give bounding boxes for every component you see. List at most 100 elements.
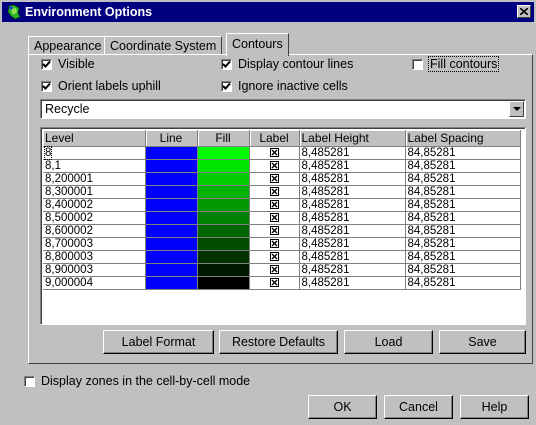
label-toggle-cell[interactable] — [249, 263, 300, 277]
column-header-line[interactable]: Line — [145, 130, 198, 147]
level-cell[interactable]: 8,800003 — [43, 250, 146, 264]
fill-contours-checkbox[interactable]: Fill contours — [412, 56, 500, 72]
label-spacing-cell[interactable]: 84,85281 — [405, 263, 521, 277]
close-button[interactable] — [517, 5, 531, 18]
fill-color-swatch[interactable] — [197, 263, 250, 277]
table-row[interactable]: 8,1 8,485281 84,85281 — [43, 159, 521, 173]
line-color-swatch[interactable] — [145, 263, 198, 277]
label-toggle-cell[interactable] — [249, 250, 300, 264]
table-row[interactable]: 8,700003 8,485281 84,85281 — [43, 237, 521, 251]
level-cell[interactable]: 8,300001 — [43, 185, 146, 199]
tab-appearance[interactable]: Appearance — [28, 36, 108, 55]
tab-coordinate-system[interactable]: Coordinate System — [104, 36, 223, 55]
table-row[interactable]: 8,200001 8,485281 84,85281 — [43, 172, 521, 186]
column-header-level[interactable]: Level — [43, 130, 146, 147]
visible-checkbox[interactable]: Visible — [41, 57, 95, 71]
orient-labels-uphill-checkbox[interactable]: Orient labels uphill — [41, 79, 161, 93]
cancel-button[interactable]: Cancel — [384, 395, 453, 419]
label-spacing-cell[interactable]: 84,85281 — [405, 237, 521, 251]
level-cell[interactable]: 9,000004 — [43, 276, 146, 290]
ignore-inactive-cells-checkbox[interactable]: Ignore inactive cells — [221, 79, 348, 93]
fill-color-swatch[interactable] — [197, 250, 250, 264]
fill-color-swatch[interactable] — [197, 276, 250, 290]
ok-button[interactable]: OK — [308, 395, 377, 419]
restore-defaults-button[interactable]: Restore Defaults — [219, 330, 338, 354]
fill-color-swatch[interactable] — [197, 146, 250, 160]
label-height-cell[interactable]: 8,485281 — [299, 211, 406, 225]
level-cell[interactable]: 8,500002 — [43, 211, 146, 225]
fill-color-swatch[interactable] — [197, 172, 250, 186]
label-spacing-cell[interactable]: 84,85281 — [405, 198, 521, 212]
help-button[interactable]: Help — [460, 395, 529, 419]
label-spacing-cell[interactable]: 84,85281 — [405, 146, 521, 160]
label-toggle-cell[interactable] — [249, 224, 300, 238]
label-format-button[interactable]: Label Format — [103, 330, 214, 354]
label-height-cell[interactable]: 8,485281 — [299, 276, 406, 290]
load-button[interactable]: Load — [344, 330, 433, 354]
label-spacing-cell[interactable]: 84,85281 — [405, 250, 521, 264]
line-color-swatch[interactable] — [145, 237, 198, 251]
tab-contours[interactable]: Contours — [226, 33, 289, 56]
label-height-cell[interactable]: 8,485281 — [299, 237, 406, 251]
label-spacing-cell[interactable]: 84,85281 — [405, 276, 521, 290]
table-row[interactable]: 8,600002 8,485281 84,85281 — [43, 224, 521, 238]
line-color-swatch[interactable] — [145, 276, 198, 290]
level-cell[interactable]: 8 — [43, 145, 146, 160]
line-color-swatch[interactable] — [145, 198, 198, 212]
label-height-cell[interactable]: 8,485281 — [299, 185, 406, 199]
level-cell[interactable]: 8,400002 — [43, 198, 146, 212]
level-cell[interactable]: 8,700003 — [43, 237, 146, 251]
label-toggle-cell[interactable] — [249, 237, 300, 251]
level-cell[interactable]: 8,1 — [43, 159, 146, 173]
fill-color-swatch[interactable] — [197, 224, 250, 238]
table-row[interactable]: 8,400002 8,485281 84,85281 — [43, 198, 521, 212]
label-toggle-cell[interactable] — [249, 211, 300, 225]
line-color-swatch[interactable] — [145, 172, 198, 186]
column-header-fill[interactable]: Fill — [197, 130, 250, 147]
label-spacing-cell[interactable]: 84,85281 — [405, 224, 521, 238]
label-height-cell[interactable]: 8,485281 — [299, 172, 406, 186]
fill-color-swatch[interactable] — [197, 185, 250, 199]
display-contour-lines-checkbox[interactable]: Display contour lines — [221, 57, 353, 71]
save-button[interactable]: Save — [439, 330, 526, 354]
label-toggle-cell[interactable] — [249, 146, 300, 160]
label-height-cell[interactable]: 8,485281 — [299, 159, 406, 173]
table-row[interactable]: 9,000004 8,485281 84,85281 — [43, 276, 521, 290]
label-height-cell[interactable]: 8,485281 — [299, 224, 406, 238]
label-spacing-cell[interactable]: 84,85281 — [405, 172, 521, 186]
display-zones-checkbox[interactable]: Display zones in the cell-by-cell mode — [24, 374, 250, 388]
label-height-cell[interactable]: 8,485281 — [299, 250, 406, 264]
label-toggle-cell[interactable] — [249, 276, 300, 290]
contour-levels-grid[interactable]: Level Line Fill Label Label Height Label… — [40, 127, 526, 325]
label-height-cell[interactable]: 8,485281 — [299, 198, 406, 212]
label-toggle-cell[interactable] — [249, 198, 300, 212]
level-cell[interactable]: 8,600002 — [43, 224, 146, 238]
line-color-swatch[interactable] — [145, 159, 198, 173]
line-color-swatch[interactable] — [145, 185, 198, 199]
table-row[interactable]: 8 8,485281 84,85281 — [43, 145, 521, 160]
label-spacing-cell[interactable]: 84,85281 — [405, 159, 521, 173]
table-row[interactable]: 8,900003 8,485281 84,85281 — [43, 263, 521, 277]
label-spacing-cell[interactable]: 84,85281 — [405, 185, 521, 199]
fill-color-swatch[interactable] — [197, 211, 250, 225]
table-row[interactable]: 8,800003 8,485281 84,85281 — [43, 250, 521, 264]
level-cell[interactable]: 8,900003 — [43, 263, 146, 277]
color-scheme-dropdown[interactable]: Recycle — [40, 99, 526, 119]
line-color-swatch[interactable] — [145, 146, 198, 160]
label-toggle-cell[interactable] — [249, 172, 300, 186]
line-color-swatch[interactable] — [145, 224, 198, 238]
column-header-label-spacing[interactable]: Label Spacing — [405, 130, 521, 147]
column-header-label-height[interactable]: Label Height — [299, 130, 406, 147]
line-color-swatch[interactable] — [145, 250, 198, 264]
line-color-swatch[interactable] — [145, 211, 198, 225]
label-height-cell[interactable]: 8,485281 — [299, 146, 406, 160]
fill-color-swatch[interactable] — [197, 159, 250, 173]
label-height-cell[interactable]: 8,485281 — [299, 263, 406, 277]
fill-color-swatch[interactable] — [197, 198, 250, 212]
label-spacing-cell[interactable]: 84,85281 — [405, 211, 521, 225]
fill-color-swatch[interactable] — [197, 237, 250, 251]
label-toggle-cell[interactable] — [249, 159, 300, 173]
title-bar[interactable]: Environment Options — [2, 2, 534, 22]
column-header-label[interactable]: Label — [249, 130, 300, 147]
dropdown-button[interactable] — [509, 101, 524, 117]
